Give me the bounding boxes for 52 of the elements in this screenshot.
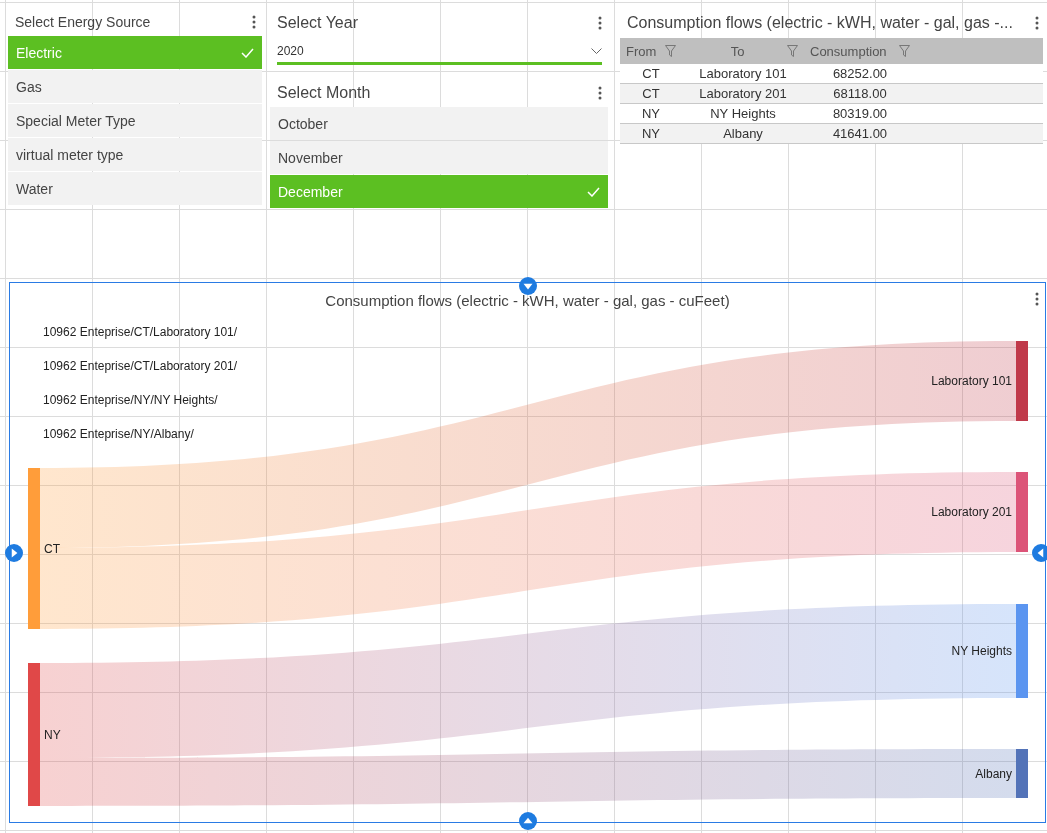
legend-label: 10962 Enteprise/CT/Laboratory 101/ bbox=[43, 324, 239, 340]
filter-icon[interactable] bbox=[899, 45, 910, 57]
chevron-down-icon bbox=[591, 47, 602, 55]
table-cell: CT bbox=[620, 83, 682, 104]
check-icon bbox=[587, 186, 600, 197]
column-header[interactable]: To bbox=[682, 38, 804, 64]
check-icon bbox=[241, 47, 254, 58]
filter-icon[interactable] bbox=[665, 45, 676, 57]
list-item[interactable]: October bbox=[270, 107, 608, 140]
column-header[interactable]: Consumption bbox=[804, 38, 916, 64]
table-cell: Laboratory 101 bbox=[682, 64, 804, 84]
chart-title: Consumption flows (electric - kWH, water - gal, gas - cuFeet) bbox=[325, 291, 730, 309]
column-header[interactable]: From bbox=[620, 38, 682, 64]
list-item[interactable]: Gas bbox=[8, 70, 262, 103]
panel-title: Consumption flows (electric - kWH, water - gal, gas -... bbox=[627, 14, 1013, 32]
resize-handle[interactable] bbox=[5, 544, 23, 562]
table-cell: NY Heights bbox=[682, 103, 804, 124]
node-label: Albany bbox=[975, 766, 1012, 781]
list-item[interactable]: Water bbox=[8, 172, 262, 205]
list-item[interactable]: Special Meter Type bbox=[8, 104, 262, 137]
table-cell: Albany bbox=[682, 123, 804, 144]
more-icon[interactable] bbox=[598, 85, 602, 100]
list-item[interactable]: November bbox=[270, 141, 608, 174]
legend-label: 10962 Enteprise/NY/NY Heights/ bbox=[43, 392, 219, 408]
table-cell: 68252.00 bbox=[804, 64, 916, 84]
more-icon[interactable] bbox=[598, 16, 602, 30]
list-item[interactable]: virtual meter type bbox=[8, 138, 262, 171]
resize-handle[interactable] bbox=[519, 812, 537, 830]
table-cell: 80319.00 bbox=[804, 103, 916, 124]
panel-title: Select Month bbox=[277, 83, 371, 102]
more-icon[interactable] bbox=[252, 15, 256, 29]
year-dropdown[interactable]: 2020 bbox=[277, 40, 602, 65]
resize-handle[interactable] bbox=[1032, 544, 1047, 562]
panel-title: Select Energy Source bbox=[15, 14, 151, 30]
table-cell: 68118.00 bbox=[804, 83, 916, 104]
node-label: NY Heights bbox=[951, 644, 1012, 658]
table-cell: 41641.00 bbox=[804, 123, 916, 144]
table-cell: CT bbox=[620, 64, 682, 84]
node-label: Laboratory 201 bbox=[931, 505, 1012, 519]
legend-label: 10962 Enteprise/NY/Albany/ bbox=[43, 426, 195, 442]
filter-icon[interactable] bbox=[787, 45, 798, 57]
more-icon[interactable] bbox=[1035, 16, 1039, 30]
panel-title: Select Year bbox=[277, 14, 358, 32]
node-label: CT bbox=[44, 541, 60, 556]
legend-label: 10962 Enteprise/CT/Laboratory 201/ bbox=[43, 358, 239, 374]
table-cell: Laboratory 201 bbox=[682, 83, 804, 104]
node-label: NY bbox=[44, 727, 61, 742]
node-label: Laboratory 101 bbox=[931, 374, 1012, 388]
table-cell: NY bbox=[620, 103, 682, 124]
more-icon[interactable] bbox=[1035, 292, 1039, 306]
resize-handle[interactable] bbox=[519, 277, 537, 295]
table-cell: NY bbox=[620, 123, 682, 144]
